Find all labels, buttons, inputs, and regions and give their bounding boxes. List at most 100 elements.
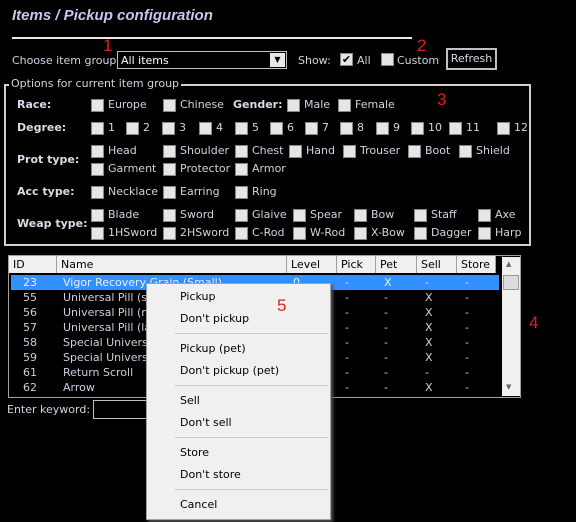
checkbox-label-weap-0: Blade — [108, 208, 140, 221]
checkbox-label-weap-1: Sword — [180, 208, 215, 221]
annotation-4: 4 — [529, 313, 539, 332]
checkbox-label-weap-12: Dagger — [431, 226, 472, 239]
checkbox-label-weap-10: W-Rod — [310, 226, 346, 239]
checkbox-label-prot-1: Shoulder — [180, 144, 229, 157]
checkbox-gender-1[interactable] — [338, 99, 351, 112]
scroll-up-icon[interactable]: ▲ — [506, 260, 511, 268]
cell-id: 62 — [23, 381, 37, 394]
checkbox-label-gender-1: Female — [355, 98, 395, 111]
checkbox-weap-7[interactable] — [91, 227, 104, 240]
checkbox-weap-10[interactable] — [293, 227, 306, 240]
checkbox-weap-4[interactable] — [354, 209, 367, 222]
checkbox-acc-0[interactable] — [91, 186, 104, 199]
scroll-down-icon[interactable]: ▼ — [506, 383, 511, 391]
column-header-sell[interactable]: Sell — [417, 256, 457, 273]
refresh-button[interactable]: Refresh — [446, 48, 497, 70]
chevron-down-icon[interactable]: ▼ — [270, 53, 285, 67]
checkbox-prot-5[interactable] — [408, 145, 421, 158]
checkbox-degree-6[interactable] — [305, 122, 318, 135]
checkbox-label-weap-13: Harp — [495, 226, 522, 239]
checkbox-weap-3[interactable] — [293, 209, 306, 222]
checkbox-degree-3[interactable] — [199, 122, 212, 135]
menu-item-sell[interactable]: Sell — [180, 394, 200, 407]
checkbox-prot-0[interactable] — [91, 145, 104, 158]
cell-store: - — [465, 366, 469, 379]
checkbox-weap-0[interactable] — [91, 209, 104, 222]
option-label-prot: Prot type: — [17, 153, 80, 166]
checkbox-weap-9[interactable] — [235, 227, 248, 240]
checkbox-acc-2[interactable] — [235, 186, 248, 199]
checkbox-degree-10[interactable] — [449, 122, 462, 135]
checkbox-acc-1[interactable] — [163, 186, 176, 199]
checkbox-degree-5[interactable] — [270, 122, 283, 135]
checkbox-weap-1[interactable] — [163, 209, 176, 222]
checkbox-prot-9[interactable] — [235, 163, 248, 176]
cell-sell: X — [425, 306, 433, 319]
checkbox-label-degree-0: 1 — [108, 121, 115, 134]
checkbox-degree-8[interactable] — [376, 122, 389, 135]
cell-id: 59 — [23, 351, 37, 364]
menu-item-cancel[interactable]: Cancel — [180, 498, 217, 511]
cell-name: Universal Pill (me — [63, 306, 159, 319]
scroll-thumb[interactable] — [503, 275, 519, 290]
checkbox-race-1[interactable] — [163, 99, 176, 112]
checkbox-weap-11[interactable] — [354, 227, 367, 240]
option-label-race: Race: — [17, 98, 52, 111]
keyword-input[interactable] — [93, 400, 153, 419]
title-divider — [12, 37, 412, 39]
checkbox-prot-8[interactable] — [163, 163, 176, 176]
checkbox-weap-5[interactable] — [414, 209, 427, 222]
menu-item-pickup-pet[interactable]: Pickup (pet) — [180, 342, 246, 355]
checkbox-prot-4[interactable] — [343, 145, 356, 158]
scrollbar[interactable]: ▲ ▼ — [502, 257, 520, 396]
cell-pet: - — [384, 351, 388, 364]
menu-item-don-t-pickup-pet[interactable]: Don't pickup (pet) — [180, 364, 279, 377]
checkbox-weap-2[interactable] — [235, 209, 248, 222]
checkbox-prot-1[interactable] — [163, 145, 176, 158]
checkbox-degree-7[interactable] — [340, 122, 353, 135]
checkbox-degree-2[interactable] — [162, 122, 175, 135]
checkbox-gender-0[interactable] — [287, 99, 300, 112]
checkbox-weap-12[interactable] — [414, 227, 427, 240]
column-header-store[interactable]: Store — [457, 256, 496, 273]
keyword-label: Enter keyword: — [7, 403, 91, 416]
column-header-pet[interactable]: Pet — [376, 256, 417, 273]
checkbox-degree-11[interactable] — [497, 122, 510, 135]
checkbox-degree-0[interactable] — [91, 122, 104, 135]
column-header-pick[interactable]: Pick — [337, 256, 376, 273]
checkbox-prot-2[interactable] — [235, 145, 248, 158]
checkbox-label-weap-8: 2HSword — [180, 226, 230, 239]
option-label-degree: Degree: — [17, 121, 67, 134]
checkbox-degree-4[interactable] — [235, 122, 248, 135]
checkbox-degree-9[interactable] — [411, 122, 424, 135]
checkbox-degree-1[interactable] — [126, 122, 139, 135]
menu-item-store[interactable]: Store — [180, 446, 209, 459]
checkbox-race-0[interactable] — [91, 99, 104, 112]
cell-sell: X — [425, 351, 433, 364]
checkbox-label-weap-2: Glaive — [252, 208, 287, 221]
checkbox-weap-6[interactable] — [478, 209, 491, 222]
options-legend: Options for current item group — [9, 77, 182, 90]
menu-item-don-t-sell[interactable]: Don't sell — [180, 416, 232, 429]
menu-item-don-t-pickup[interactable]: Don't pickup — [180, 312, 249, 325]
checkbox-weap-13[interactable] — [478, 227, 491, 240]
menu-item-pickup[interactable]: Pickup — [180, 290, 215, 303]
cell-pick: - — [345, 351, 349, 364]
cell-pet: - — [384, 321, 388, 334]
cell-id: 23 — [23, 276, 37, 289]
column-header-name[interactable]: Name — [57, 256, 287, 273]
checkbox-prot-6[interactable] — [459, 145, 472, 158]
checkbox-prot-3[interactable] — [289, 145, 302, 158]
show-custom-checkbox[interactable] — [381, 53, 394, 66]
column-header-level[interactable]: Level — [287, 256, 337, 273]
column-header-id[interactable]: ID — [9, 256, 57, 273]
show-all-checkbox[interactable]: ✔ — [340, 53, 353, 66]
cell-store: - — [465, 306, 469, 319]
cell-id: 56 — [23, 306, 37, 319]
checkbox-weap-8[interactable] — [163, 227, 176, 240]
item-group-select[interactable]: All items ▼ — [117, 51, 287, 69]
checkbox-label-degree-9: 10 — [428, 121, 442, 134]
menu-item-don-t-store[interactable]: Don't store — [180, 468, 241, 481]
cell-sell: X — [425, 381, 433, 394]
checkbox-prot-7[interactable] — [91, 163, 104, 176]
